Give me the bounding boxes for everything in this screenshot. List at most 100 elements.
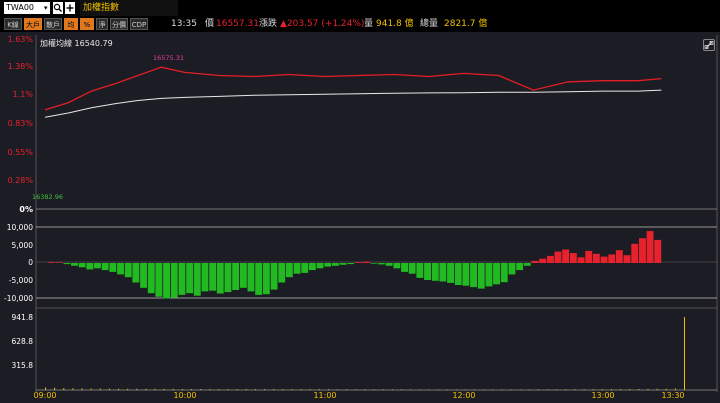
y-tick-4: 0.83%	[8, 119, 34, 128]
diff-bar	[462, 263, 470, 286]
price-value: 16557.31	[216, 19, 259, 29]
mode-button-cdp[interactable]: CDP	[130, 18, 148, 30]
diff-bar	[585, 250, 593, 263]
total-volume-label: 總量	[420, 19, 439, 29]
volume-bar	[209, 389, 211, 390]
volume-bar	[118, 388, 119, 390]
diff-bar	[470, 263, 477, 288]
diff-bar	[332, 263, 339, 266]
diff-bar	[339, 263, 347, 265]
volume-bar	[309, 389, 311, 390]
diff-tick-4: -5,000	[9, 276, 33, 285]
volume-bar	[419, 389, 421, 390]
diff-bar	[508, 263, 516, 275]
search-icon[interactable]	[53, 2, 63, 14]
volume-bar	[620, 389, 622, 390]
top-toolbar: TWA00 ▾ 加權指數	[0, 0, 720, 16]
volume-value: 941.8 億	[376, 19, 414, 29]
mode-button-net[interactable]: 淨	[96, 18, 108, 30]
diff-bars	[48, 231, 662, 299]
volume-bar	[373, 389, 375, 390]
volume-bar	[300, 389, 302, 390]
diff-bar	[485, 263, 493, 287]
diff-bar	[569, 253, 577, 263]
chart-grid	[35, 35, 718, 392]
volume-bar	[218, 389, 220, 390]
diff-bar	[55, 262, 63, 263]
volume-bar	[437, 389, 439, 390]
plus-icon[interactable]	[65, 2, 75, 14]
diff-bar	[592, 253, 600, 263]
diff-bar	[639, 238, 646, 263]
diff-bar	[232, 263, 240, 290]
volume-bar	[191, 389, 193, 390]
x-tick-3: 11:00	[313, 391, 336, 400]
x-tick-1: 09:00	[33, 391, 56, 400]
volume-bar	[556, 389, 558, 390]
volume-bar	[528, 389, 530, 390]
volume-bar	[391, 389, 393, 390]
price-lines	[44, 66, 662, 118]
diff-bar	[454, 263, 462, 285]
mode-button-percent[interactable]: %	[80, 18, 94, 30]
index-name-tab[interactable]: 加權指數	[80, 0, 178, 16]
diff-bar	[439, 263, 447, 282]
mode-button-major[interactable]: 大戶	[24, 18, 42, 30]
diff-bar	[48, 262, 55, 263]
diff-bar	[239, 263, 247, 288]
vol-tick-1: 941.8	[12, 313, 34, 322]
change-label: 漲跌	[259, 19, 278, 29]
mode-button-avg[interactable]: 均	[64, 18, 78, 30]
diff-bar	[101, 263, 109, 271]
mode-button-price-dist[interactable]: 分價	[110, 18, 128, 30]
mode-button-retail[interactable]: 散戶	[44, 18, 62, 30]
diff-bar	[324, 263, 332, 267]
volume-bar	[127, 388, 129, 390]
volume-bar	[519, 389, 521, 390]
diff-bar	[163, 263, 170, 299]
mode-button-kline[interactable]: K線	[4, 18, 22, 30]
diff-bar	[109, 263, 117, 272]
diff-bar	[431, 263, 439, 281]
volume-bar	[291, 389, 293, 390]
volume-bar	[99, 388, 101, 390]
diff-bar	[63, 263, 71, 265]
volume-bar	[90, 388, 92, 390]
volume-bar	[236, 389, 238, 390]
volume-bar	[245, 389, 247, 390]
chevron-down-icon[interactable]: ▾	[44, 2, 48, 14]
volume-bar	[145, 388, 147, 390]
volume-bar	[592, 389, 594, 390]
volume-bar	[154, 388, 156, 390]
diff-bar	[393, 263, 401, 269]
volume-bar	[346, 389, 348, 390]
volume-bar	[464, 389, 466, 390]
y-tick-6: 0.28%	[8, 176, 34, 185]
diff-bar	[562, 249, 570, 263]
diff-bar	[539, 258, 547, 263]
diff-bar	[362, 261, 370, 263]
volume-bar	[264, 389, 266, 390]
volume-bar	[136, 388, 138, 390]
volume-bar	[163, 388, 165, 390]
volume-bar	[547, 389, 549, 390]
diff-bar	[500, 263, 508, 283]
high-annotation: 16575.31	[153, 54, 184, 62]
volume-bar	[583, 389, 585, 390]
y-tick-2: 1.38%	[8, 62, 34, 71]
volume-bar	[337, 389, 339, 390]
x-tick-4: 12:00	[452, 391, 475, 400]
diff-bar	[178, 263, 186, 295]
diff-bar	[531, 260, 539, 263]
diff-bar	[308, 263, 316, 271]
diff-bar	[86, 263, 94, 270]
chart-area: 1.63% 1.38% 1.1% 0.83% 0.55% 0.28% 0% 加權…	[4, 35, 718, 400]
volume-bar	[674, 388, 676, 390]
link-icon[interactable]	[703, 39, 715, 51]
diff-bar	[546, 255, 554, 263]
diff-bar	[600, 256, 608, 263]
volume-bar	[355, 389, 357, 390]
volume-bar	[328, 389, 329, 390]
y-tick-1: 1.63%	[8, 35, 34, 44]
diff-bar	[124, 263, 132, 278]
